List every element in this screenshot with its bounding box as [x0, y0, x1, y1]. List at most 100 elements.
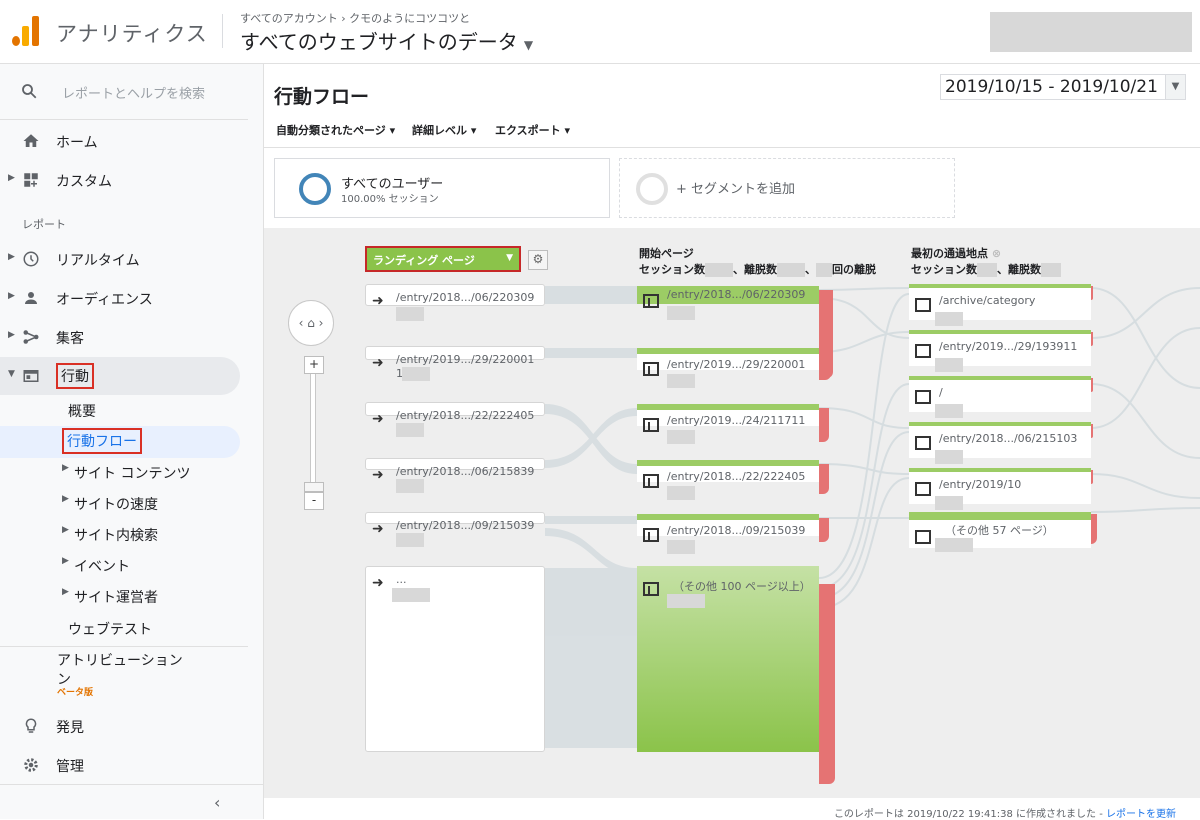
sidebar-subitem-overview[interactable]: 概要: [68, 401, 96, 421]
redacted-value: [396, 423, 424, 437]
landing-arrow-icon: ➜: [372, 293, 384, 309]
add-segment-label: + セグメントを追加: [676, 182, 796, 197]
first-interaction-node[interactable]: /entry/2019.../29/193911: [909, 330, 1091, 372]
sidebar-item-admin[interactable]: 管理: [0, 746, 240, 784]
landing-arrow-icon: ➜: [372, 355, 384, 371]
gear-icon: [24, 758, 38, 772]
close-icon[interactable]: ⊗: [992, 247, 1001, 260]
chevron-down-icon[interactable]: ▼: [1165, 75, 1185, 99]
redacted-value: [705, 263, 733, 277]
page-icon: [915, 344, 931, 358]
segment-all-users[interactable]: すべてのユーザー 100.00% セッション: [274, 158, 610, 218]
zoom-slider-track[interactable]: [310, 360, 316, 502]
start-page-node-other[interactable]: （その他 100 ページ以上）: [637, 566, 819, 752]
behavior-flow-canvas[interactable]: ‹ ⌂ › + - ランディング ページ ▼ ⚙ 開始ページ セッション数 、離脱…: [264, 228, 1200, 798]
first-interaction-node[interactable]: /entry/2019/10: [909, 468, 1091, 510]
start-exits-label: 回の離脱: [832, 263, 876, 276]
landing-arrow-icon: ➜: [372, 521, 384, 537]
sidebar-item-realtime[interactable]: ▶ リアルタイム: [0, 240, 240, 278]
landing-arrow-icon: ➜: [372, 467, 384, 483]
page-icon: [915, 298, 931, 312]
breadcrumb[interactable]: すべてのアカウント › クモのようにコツコツと: [240, 10, 470, 26]
sidebar-subitem-events[interactable]: イベント: [74, 556, 130, 576]
landing-node[interactable]: ➜ /entry/2018.../06/215839: [365, 458, 545, 493]
sidebar-item-home[interactable]: ホーム: [0, 122, 240, 160]
first-interaction-node[interactable]: /archive/category: [909, 284, 1091, 326]
landing-node-other[interactable]: ➜...: [365, 566, 545, 752]
sidebar-subitem-site-content[interactable]: サイト コンテンツ: [74, 463, 190, 483]
landing-page-dropdown-label: ランディング ページ: [373, 254, 475, 267]
first-interaction-header: 最初の通過地点 ⊗ セッション数 、離脱数: [911, 246, 1061, 278]
sidebar-item-acquisition[interactable]: ▶ 集客: [0, 318, 240, 356]
landing-page-dropdown[interactable]: ランディング ページ ▼: [365, 246, 521, 272]
dropoff-bar[interactable]: [1091, 378, 1093, 392]
sidebar-item-custom[interactable]: ▶ カスタム: [0, 161, 240, 199]
redacted-value: [935, 404, 963, 418]
start-page-node[interactable]: /entry/2018.../09/215039: [637, 514, 819, 554]
flow-link: [1090, 327, 1200, 429]
collapse-sidebar-icon[interactable]: ‹: [214, 793, 220, 812]
node-label: /entry/2019.../29/220001: [396, 353, 535, 366]
sidebar-item-attribution[interactable]: アトリビューション: [57, 650, 183, 670]
pan-home-control[interactable]: ‹ ⌂ ›: [288, 300, 334, 346]
add-segment-button[interactable]: + セグメントを追加: [619, 158, 955, 218]
zoom-in-button[interactable]: +: [304, 356, 324, 374]
dropoff-bar[interactable]: [1091, 470, 1093, 484]
dropoff-bar[interactable]: [1091, 332, 1093, 346]
dropoff-bar[interactable]: [1091, 514, 1097, 544]
landing-node[interactable]: ➜/entry/2019.../29/220001 1: [365, 346, 545, 381]
property-selector[interactable]: すべてのウェブサイトのデータ ▼: [240, 26, 533, 55]
export-dropdown[interactable]: エクスポート ▾: [495, 122, 570, 138]
sidebar-item-audience[interactable]: ▶ オーディエンス: [0, 279, 240, 317]
zoom-slider-handle[interactable]: [304, 482, 324, 492]
first-interaction-node[interactable]: /: [909, 376, 1091, 418]
sidebar-subitem-experiments[interactable]: ウェブテスト: [68, 619, 152, 639]
sidebar-subitem-site-speed[interactable]: サイトの速度: [74, 494, 158, 514]
page-title: 行動フロー: [274, 86, 370, 108]
date-range-picker[interactable]: 2019/10/15 - 2019/10/21 ▼: [940, 74, 1186, 100]
detail-level-dropdown[interactable]: 詳細レベル ▾: [412, 122, 476, 138]
search-input[interactable]: レポートとヘルプを検索: [62, 83, 205, 102]
sidebar-item-discover[interactable]: 発見: [0, 707, 240, 745]
redacted-value: [935, 496, 963, 510]
sidebar-item-label: 行動: [56, 363, 94, 389]
sidebar-item-behavior[interactable]: ▼ 行動: [0, 357, 240, 395]
refresh-report-link[interactable]: レポートを更新: [1106, 809, 1176, 820]
dropoff-bar[interactable]: [819, 584, 835, 784]
dropoff-bar[interactable]: [1091, 424, 1093, 438]
start-page-node[interactable]: /entry/2019.../29/220001: [637, 348, 819, 388]
start-page-node[interactable]: /entry/2019.../24/211711: [637, 404, 819, 444]
start-page-node[interactable]: /entry/2018.../22/222405: [637, 460, 819, 500]
dropoff-bar[interactable]: [819, 518, 829, 542]
page-icon: [643, 418, 659, 432]
start-page-node[interactable]: /entry/2018.../06/220309: [637, 286, 819, 320]
search-bar[interactable]: レポートとヘルプを検索: [0, 64, 248, 120]
flow-band: [545, 286, 637, 304]
sidebar-subitem-publisher[interactable]: サイト運営者: [74, 587, 158, 607]
landing-node[interactable]: ➜ /entry/2018.../22/222405: [365, 402, 545, 437]
sidebar-subitem-site-search[interactable]: サイト内検索: [74, 525, 158, 545]
landing-arrow-icon: ➜: [372, 575, 384, 591]
analytics-logo-icon[interactable]: [12, 16, 40, 46]
dropoff-bar[interactable]: [819, 408, 829, 442]
dropoff-bar[interactable]: [1091, 286, 1093, 300]
landing-node[interactable]: ➜ /entry/2018.../06/220309: [365, 284, 545, 321]
auto-pages-dropdown[interactable]: 自動分類されたページ ▾: [276, 122, 395, 138]
dropoff-bar[interactable]: [819, 352, 831, 380]
date-range-value: 2019/10/15 - 2019/10/21: [945, 77, 1158, 97]
segment-sessions: 100.00% セッション: [341, 194, 439, 205]
first-interaction-node-other[interactable]: （その他 57 ページ）: [909, 512, 1091, 552]
gear-icon[interactable]: ⚙: [528, 250, 548, 270]
redacted-value: [777, 263, 805, 277]
zoom-out-button[interactable]: -: [304, 492, 324, 510]
chevron-right-icon: ▶: [62, 494, 69, 504]
landing-node[interactable]: ➜ /entry/2018.../09/215039: [365, 512, 545, 547]
sidebar-subitem-behavior-flow[interactable]: 行動フロー: [62, 428, 142, 454]
clock-icon: [23, 251, 39, 267]
flow-band: [545, 408, 637, 468]
dropoff-bar[interactable]: [819, 464, 829, 494]
segment-ring-icon: [299, 173, 331, 205]
first-interaction-node[interactable]: /entry/2018.../06/215103: [909, 422, 1091, 464]
redacted-value: [396, 307, 424, 321]
start-pages-header: 開始ページ セッション数 、離脱数、回の離脱: [639, 247, 876, 277]
